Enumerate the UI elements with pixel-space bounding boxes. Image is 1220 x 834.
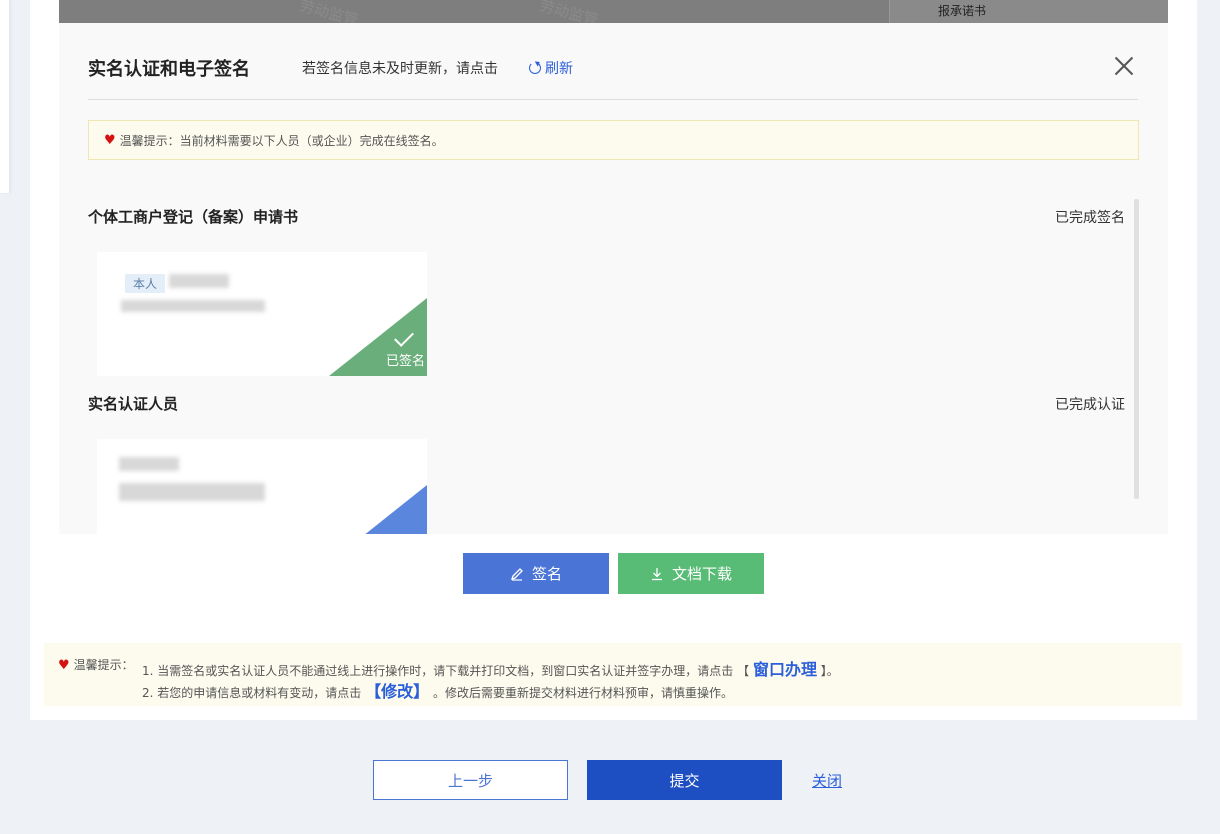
modal-divider [88,99,1138,100]
notice-line-2: 2. 若您的申请信息或材料有变动，请点击 【修改】 。修改后需要重新提交材料进行… [142,682,733,701]
refresh-label: 刷新 [545,61,573,77]
refresh-icon [529,62,541,74]
modify-link[interactable]: 【修改】 [365,682,429,701]
background-table-strip: 劳动监管 劳动监管 报承诺书 [59,0,1168,23]
verified-corner-badge [329,485,427,534]
modal-scrollbar[interactable] [1134,199,1139,499]
window-handling-link[interactable]: 窗口办理 [753,660,817,679]
redacted-name [169,274,229,288]
download-icon [651,567,662,580]
modal-title: 实名认证和电子签名 [88,59,250,80]
tip-prefix: 温馨提示： [119,133,180,148]
download-button-label: 文档下载 [671,565,732,583]
submit-button[interactable]: 提交 [587,760,782,800]
notice-label: ♥ 温馨提示： [58,658,134,673]
pen-icon [510,567,523,581]
previous-step-button[interactable]: 上一步 [373,760,568,800]
background-table-cell: 报承诺书 [889,0,1168,23]
background-cell-text: 报承诺书 [938,4,987,18]
background-panel-fragment [0,0,10,193]
heart-icon: ♥ [58,658,70,673]
download-button[interactable]: 文档下载 [618,553,764,594]
close-icon[interactable] [1113,55,1135,77]
watermark: 劳动监管 [297,0,361,23]
notice-line-1: 1. 当需签名或实名认证人员不能通过线上进行操作时，请下载并打印文档，到窗口实名… [142,660,839,679]
section-status-verified: 已完成认证 [1055,397,1125,413]
section-title-verified-persons: 实名认证人员 [88,395,179,413]
section-status-signed: 已完成签名 [1055,210,1125,226]
section-title-application: 个体工商户登记（备案）申请书 [88,208,299,226]
heart-icon: ♥ [104,132,116,148]
sign-button[interactable]: 签名 [463,553,609,594]
redacted-id [119,483,265,501]
modal-refresh-hint: 若签名信息未及时更新，请点击 [302,61,498,77]
signed-label: 已签名 [385,354,425,369]
signer-card[interactable]: 本人 已签名 [97,252,427,376]
signature-modal: 实名认证和电子签名 若签名信息未及时更新，请点击 刷新 ♥ 温馨提示： 当前材料… [59,23,1168,534]
tip-box: ♥ 温馨提示： 当前材料需要以下人员（或企业）完成在线签名。 [88,120,1139,160]
watermark: 劳动监管 [537,0,601,23]
tip-text: 当前材料需要以下人员（或企业）完成在线签名。 [179,133,444,148]
sign-button-label: 签名 [531,565,562,583]
refresh-link[interactable]: 刷新 [529,58,573,78]
signer-role-tag: 本人 [125,274,166,293]
warm-notice: ♥ 温馨提示： 1. 当需签名或实名认证人员不能通过线上进行操作时，请下载并打印文… [44,643,1182,706]
redacted-id [121,300,265,312]
redacted-name [119,457,179,471]
verified-person-card[interactable] [97,439,427,534]
close-link[interactable]: 关闭 [812,770,842,791]
